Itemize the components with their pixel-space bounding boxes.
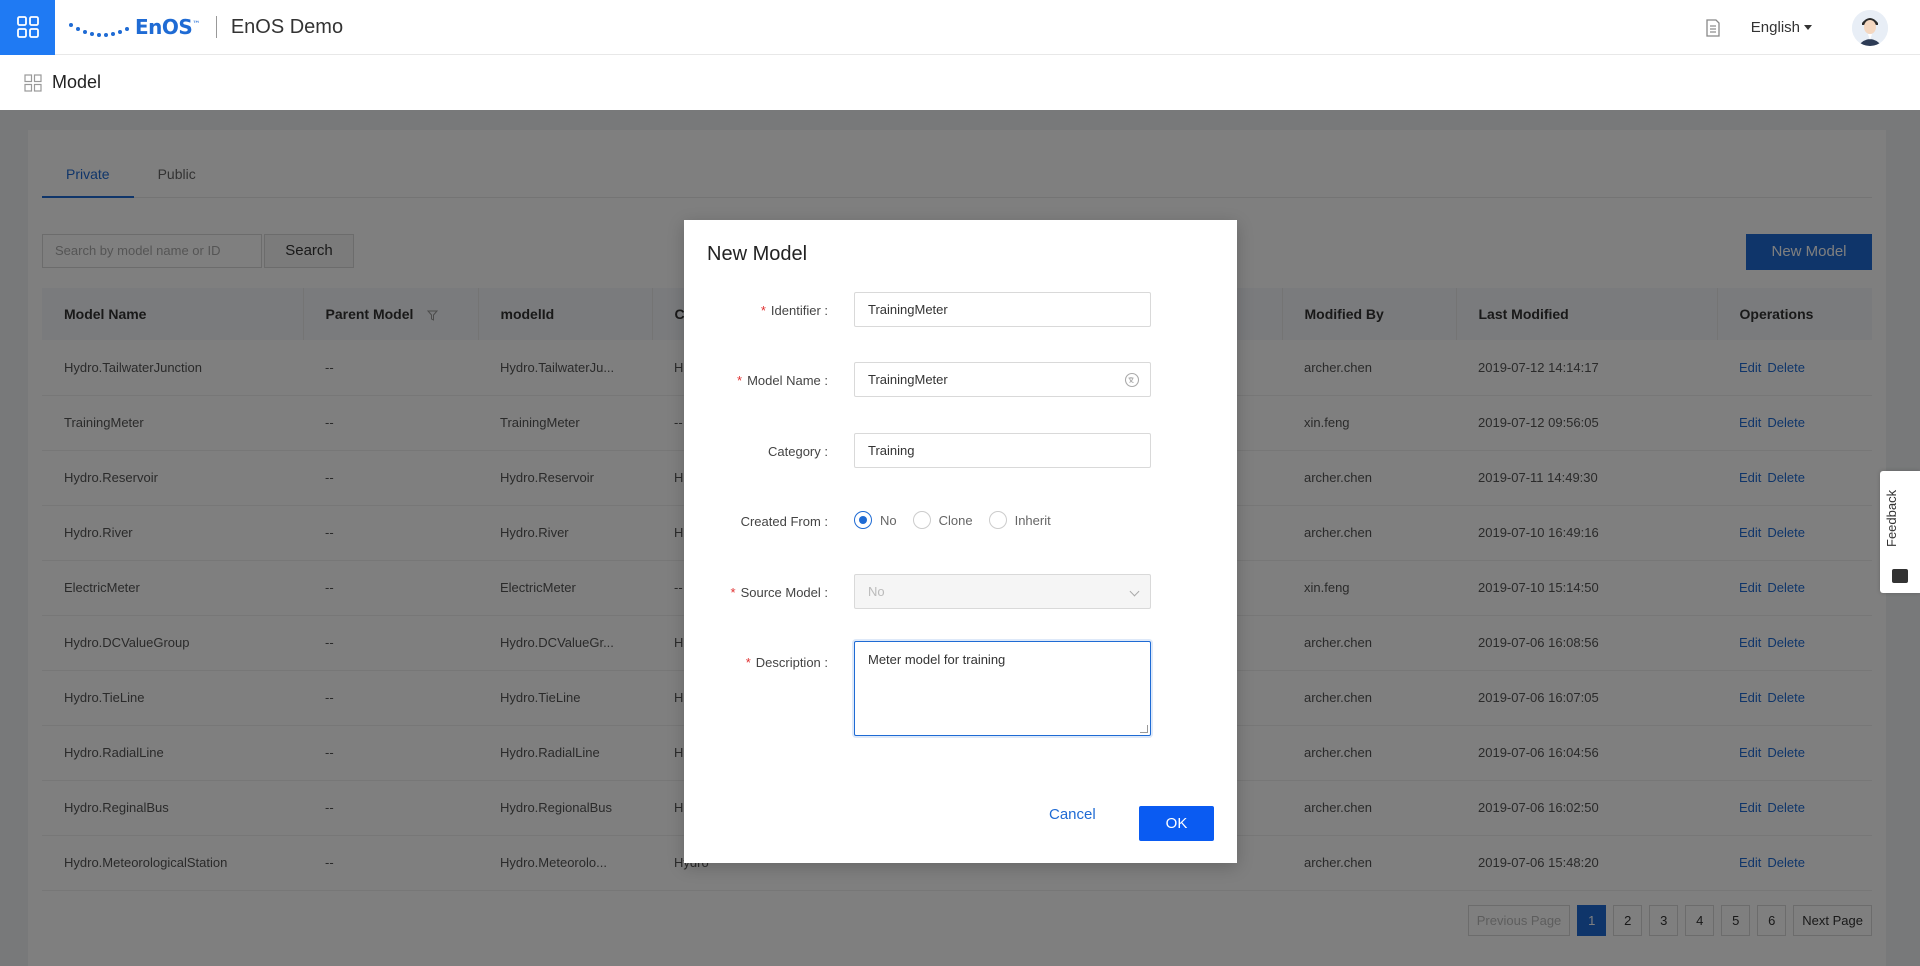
chevron-down-icon — [1129, 586, 1140, 597]
document-icon[interactable] — [1703, 18, 1723, 38]
logo-dots-icon — [69, 17, 129, 37]
feedback-label: Feedback — [1884, 489, 1899, 547]
identifier-label: * Identifier : — [760, 303, 828, 318]
model-name-input[interactable]: TrainingMeter — [854, 362, 1151, 397]
required-marker: * — [745, 655, 751, 670]
app-grid-icon — [16, 16, 39, 38]
cancel-button[interactable]: Cancel — [1049, 806, 1096, 823]
source-model-value: No — [868, 584, 885, 599]
page-title: Model — [52, 72, 102, 92]
model-icon — [24, 73, 42, 92]
user-avatar-icon — [1852, 9, 1888, 46]
dialog-title: New Model — [707, 243, 808, 265]
category-label: Category : — [768, 444, 828, 459]
model-name-label: * Model Name : — [737, 373, 828, 388]
app-grid-button[interactable] — [0, 0, 55, 55]
language-label: English — [1750, 19, 1800, 36]
resize-handle-icon[interactable] — [1140, 725, 1148, 733]
radio-unchecked-icon — [988, 511, 1007, 529]
language-selector[interactable]: English — [1751, 19, 1812, 36]
translate-icon[interactable] — [1124, 372, 1140, 388]
required-marker: * — [730, 585, 736, 600]
radio-checked-icon — [854, 511, 872, 529]
radio-no[interactable]: No — [854, 511, 897, 529]
description-value: Meter model for training — [868, 652, 1006, 667]
avatar[interactable] — [1852, 9, 1888, 46]
source-model-label: * Source Model : — [730, 585, 829, 600]
top-header: EnOS™ EnOS Demo English — [0, 0, 1920, 55]
model-name-value: TrainingMeter — [868, 372, 948, 387]
description-label: * Description : — [745, 655, 828, 670]
page-header: Model — [0, 55, 1920, 110]
app-title: EnOS Demo — [230, 15, 344, 38]
radio-inherit[interactable]: Inherit — [988, 511, 1051, 529]
enos-logo[interactable]: EnOS™ — [69, 0, 200, 55]
category-input[interactable]: Training — [854, 433, 1151, 468]
required-marker: * — [737, 373, 743, 388]
logo-text: EnOS™ — [135, 15, 200, 39]
description-textarea[interactable]: Meter model for training — [854, 641, 1151, 736]
radio-clone[interactable]: Clone — [912, 511, 973, 529]
new-model-dialog: New Model * Identifier : TrainingMeter * M… — [684, 220, 1237, 863]
ok-button[interactable]: OK — [1139, 806, 1214, 841]
radio-unchecked-icon — [912, 511, 931, 529]
identifier-input[interactable]: TrainingMeter — [854, 292, 1151, 327]
source-model-select: No — [854, 574, 1151, 609]
caret-down-icon — [1804, 25, 1812, 30]
created-from-radio-group: No Clone Inherit — [854, 511, 1067, 529]
required-marker: * — [760, 303, 766, 318]
feedback-icon — [1892, 569, 1908, 583]
logo-divider — [215, 16, 217, 38]
feedback-tab[interactable]: Feedback — [1880, 471, 1920, 593]
created-from-label: Created From : — [740, 514, 828, 529]
